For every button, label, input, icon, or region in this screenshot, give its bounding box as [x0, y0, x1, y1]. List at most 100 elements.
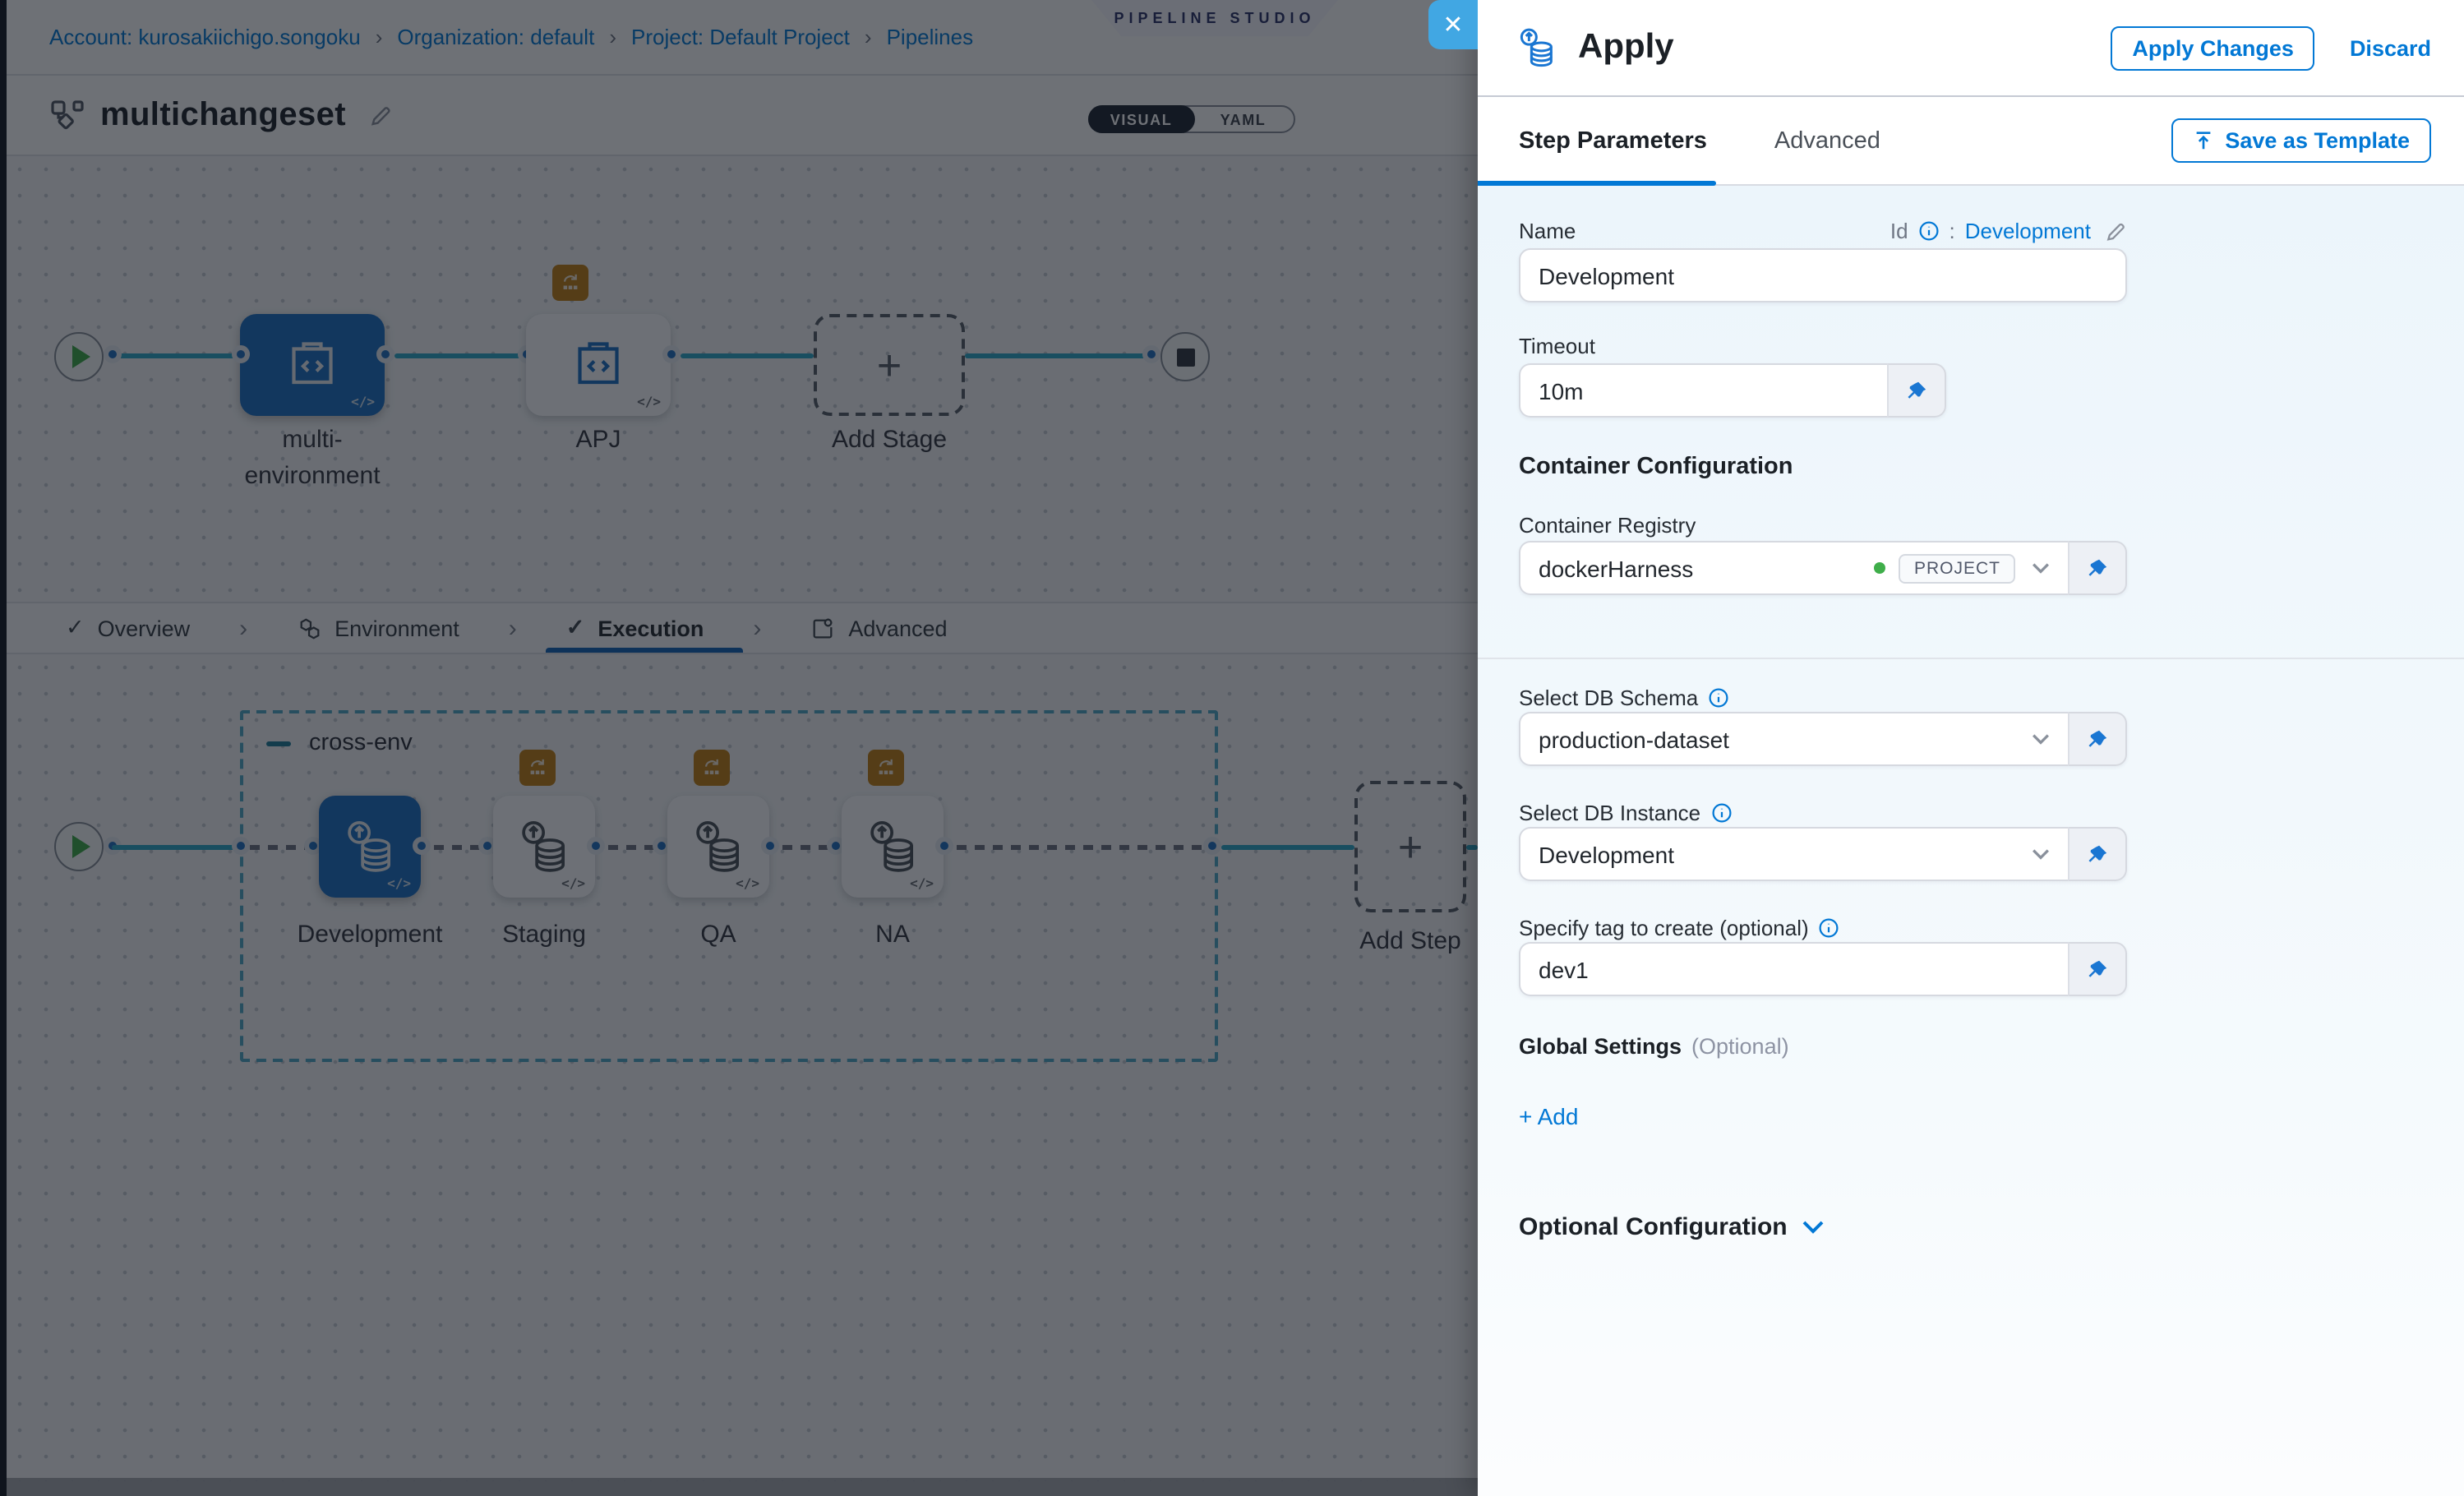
step-label: QA — [620, 917, 817, 953]
tab-step-advanced[interactable]: Advanced — [1774, 127, 1880, 154]
db-schema-select[interactable]: production-dataset — [1519, 712, 2068, 766]
close-drawer-button[interactable]: ✕ — [1428, 0, 1478, 49]
breadcrumb-pipelines-link[interactable]: Pipelines — [887, 25, 974, 49]
name-field-group — [1519, 248, 2127, 302]
apply-step-icon — [685, 814, 751, 880]
pin-icon — [1905, 379, 1928, 402]
drawer-header: Apply Apply Changes Discard — [1478, 0, 2464, 97]
db-instance-field-group: Development — [1519, 827, 2127, 881]
input-type-pin-button[interactable] — [2068, 712, 2127, 766]
global-settings-label-text: Global Settings — [1519, 1034, 1682, 1059]
step-label: Development — [271, 917, 468, 953]
discard-button[interactable]: Discard — [2350, 35, 2431, 60]
drawer-tab-bar: Step Parameters Advanced Save as Templat… — [1478, 97, 2464, 186]
pipeline-start-node — [54, 332, 104, 381]
stage-node-apj[interactable]: </> — [526, 314, 671, 416]
apply-changes-button[interactable]: Apply Changes — [2111, 25, 2315, 70]
connector-point — [1142, 345, 1160, 363]
breadcrumb-separator: › — [865, 25, 872, 49]
code-glyph: </> — [910, 876, 934, 891]
pipeline-icon — [49, 97, 85, 133]
input-type-pin-button[interactable] — [2068, 942, 2127, 996]
db-instance-select[interactable]: Development — [1519, 827, 2068, 881]
input-type-pin-button[interactable] — [1887, 363, 1946, 418]
tab-separator-icon: › — [200, 603, 287, 653]
toggle-yaml[interactable]: YAML — [1193, 107, 1294, 132]
connector-line — [1221, 845, 1354, 850]
step-label: NA — [794, 917, 991, 953]
apply-step-icon — [1512, 23, 1562, 72]
info-icon[interactable] — [1708, 687, 1729, 709]
connector-point — [232, 837, 250, 855]
info-icon[interactable] — [1819, 917, 1840, 939]
pin-icon — [2086, 843, 2109, 866]
rollback-icon — [868, 750, 904, 786]
tag-input[interactable] — [1539, 956, 2050, 982]
pipeline-end-node — [1160, 332, 1210, 381]
breadcrumb-separator: › — [376, 25, 383, 49]
breadcrumb-account-link[interactable]: Account: kurosakiichigo.songoku — [49, 25, 361, 49]
input-type-pin-button[interactable] — [2068, 827, 2127, 881]
tab-environment[interactable]: Environment — [287, 603, 469, 653]
step-config-drawer: Apply Apply Changes Discard Step Paramet… — [1478, 0, 2464, 1496]
pin-icon — [2086, 556, 2109, 579]
optional-configuration-label: Optional Configuration — [1519, 1213, 1788, 1241]
name-input[interactable] — [1539, 262, 2107, 289]
toggle-visual[interactable]: VISUAL — [1088, 105, 1194, 133]
canvas-bottom-scrollbar[interactable] — [7, 1478, 1478, 1496]
add-stage-button[interactable]: + — [814, 314, 965, 416]
tab-separator-icon: › — [713, 603, 801, 653]
apply-step-icon — [337, 814, 403, 880]
play-icon — [72, 345, 90, 368]
step-node-na[interactable]: </> — [842, 796, 944, 898]
stage-node-multi-environment[interactable]: </> — [240, 314, 385, 416]
optional-hint: (Optional) — [1691, 1034, 1789, 1059]
save-as-template-button[interactable]: Save as Template — [2171, 118, 2431, 163]
optional-configuration-toggle[interactable]: Optional Configuration — [1519, 1213, 1825, 1241]
tab-step-parameters[interactable]: Step Parameters — [1519, 127, 1707, 154]
collapse-group-icon[interactable] — [266, 741, 291, 746]
timeout-input[interactable] — [1539, 377, 1869, 404]
input-type-pin-button[interactable] — [2068, 541, 2127, 595]
add-step-button[interactable]: + — [1354, 781, 1466, 912]
pipeline-studio-badge-label: PIPELINE STUDIO — [1114, 10, 1315, 26]
step-node-qa[interactable]: </> — [667, 796, 769, 898]
step-id-value[interactable]: Development — [1965, 219, 2091, 243]
pipeline-studio-badge: PIPELINE STUDIO — [1091, 0, 1338, 36]
tab-label: Execution — [598, 616, 704, 640]
chevron-down-icon[interactable] — [2032, 733, 2050, 745]
add-global-setting-button[interactable]: + Add — [1519, 1103, 1578, 1129]
stop-icon — [1176, 348, 1194, 366]
code-glyph: </> — [387, 876, 411, 891]
tab-execution[interactable]: ✓ Execution — [556, 603, 714, 653]
global-settings-label: Global Settings (Optional) — [1519, 1034, 1789, 1059]
db-schema-field-group: production-dataset — [1519, 712, 2127, 766]
breadcrumb-separator: › — [609, 25, 616, 49]
step-node-staging[interactable]: </> — [493, 796, 595, 898]
breadcrumb-organization-link[interactable]: Organization: default — [397, 25, 594, 49]
step-node-development[interactable]: </> — [319, 796, 421, 898]
code-glyph: </> — [351, 395, 375, 409]
container-registry-select[interactable]: dockerHarness PROJECT — [1519, 541, 2068, 595]
page-title: multichangeset — [100, 96, 346, 134]
tab-advanced[interactable]: Advanced — [801, 603, 957, 653]
scope-badge: PROJECT — [1899, 553, 2015, 583]
advanced-tab-icon — [810, 616, 835, 640]
chevron-down-icon[interactable] — [2032, 848, 2050, 860]
connector-line — [395, 353, 526, 358]
left-nav-rail — [0, 0, 7, 1496]
save-as-template-label: Save as Template — [2225, 128, 2410, 153]
breadcrumb-project-link[interactable]: Project: Default Project — [631, 25, 850, 49]
edit-id-icon[interactable] — [2104, 219, 2127, 242]
code-glyph: </> — [637, 395, 661, 409]
code-glyph: </> — [561, 876, 585, 891]
info-icon[interactable] — [1710, 802, 1732, 824]
plus-icon: + — [877, 339, 902, 390]
chevron-down-icon — [1802, 1220, 1825, 1235]
chevron-down-icon[interactable] — [2032, 562, 2050, 574]
edit-pipeline-name-icon[interactable] — [367, 103, 392, 127]
stage-label: multi-environment — [227, 422, 398, 494]
info-icon[interactable] — [1918, 220, 1940, 242]
connector-point — [587, 837, 605, 855]
tab-overview[interactable]: ✓ Overview — [56, 603, 200, 653]
